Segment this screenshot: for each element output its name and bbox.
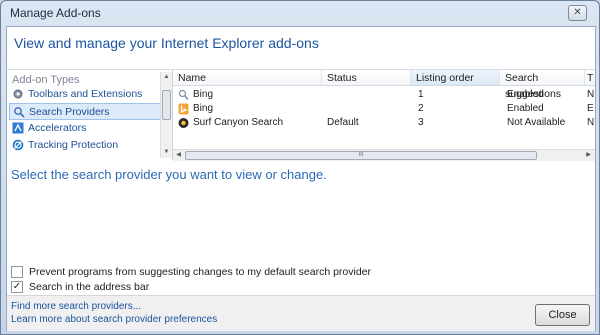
addon-types-scrollbar[interactable]: ▲ ▼ xyxy=(160,72,172,158)
addon-type-label: Accelerators xyxy=(28,122,87,134)
addon-type-label: Toolbars and Extensions xyxy=(28,88,143,100)
provider-name: Bing xyxy=(193,103,214,114)
addon-type-label: Search Providers xyxy=(29,106,110,118)
scroll-up-icon[interactable]: ▲ xyxy=(162,73,171,82)
prevent-programs-label: Prevent programs from suggesting changes… xyxy=(29,266,372,278)
header-text: View and manage your Internet Explorer a… xyxy=(14,35,319,51)
column-header-extra[interactable]: T xyxy=(585,70,595,86)
surf-canyon-icon xyxy=(178,118,189,128)
window-title: Manage Add-ons xyxy=(10,6,101,20)
addon-types-label: Add-on Types xyxy=(12,74,80,86)
provider-suggestions: Enabled xyxy=(507,89,544,100)
search-address-bar-label: Search in the address bar xyxy=(29,281,150,293)
scroll-down-icon[interactable]: ▼ xyxy=(162,148,171,157)
manage-addons-window: Manage Add-ons ✕ View and manage your In… xyxy=(0,0,600,335)
scroll-right-icon[interactable]: ▶ xyxy=(584,151,593,160)
table-row[interactable]: Bing 2 Enabled E xyxy=(173,102,595,116)
details-message: Select the search provider you want to v… xyxy=(11,167,327,182)
search-icon xyxy=(14,107,25,118)
learn-more-link[interactable]: Learn more about search provider prefere… xyxy=(11,314,217,325)
addon-type-accelerators[interactable]: Accelerators xyxy=(9,120,161,137)
title-bar: Manage Add-ons ✕ xyxy=(1,1,599,25)
client-area: View and manage your Internet Explorer a… xyxy=(6,26,596,331)
bing-icon xyxy=(178,103,189,115)
table-row[interactable]: Surf Canyon Search Default 3 Not Availab… xyxy=(173,116,595,130)
footer: Find more search providers... Learn more… xyxy=(7,295,595,331)
provider-name: Bing xyxy=(193,89,214,100)
provider-extra: N xyxy=(587,89,595,100)
scroll-left-icon[interactable]: ◀ xyxy=(174,151,183,160)
provider-status: Default xyxy=(327,117,359,128)
header: View and manage your Internet Explorer a… xyxy=(7,27,595,70)
column-header-search-suggestions[interactable]: Search suggestions xyxy=(500,70,585,100)
scrollbar-thumb[interactable] xyxy=(162,90,171,120)
provider-suggestions: Enabled xyxy=(507,103,544,114)
prevent-programs-checkbox[interactable] xyxy=(11,266,23,278)
provider-name: Surf Canyon Search xyxy=(193,117,284,128)
accelerator-icon xyxy=(12,122,24,134)
search-address-bar-checkbox[interactable]: ✓ xyxy=(11,281,23,293)
gear-icon xyxy=(13,89,23,99)
table-row[interactable]: Bing 1 Enabled N xyxy=(173,88,595,102)
find-more-providers-link[interactable]: Find more search providers... xyxy=(11,301,141,312)
close-button[interactable]: Close xyxy=(535,304,590,326)
bing-icon xyxy=(178,89,189,100)
provider-order: 3 xyxy=(418,117,424,128)
addon-type-label: Tracking Protection xyxy=(28,139,119,151)
list-horizontal-scrollbar[interactable]: ◀ III ▶ xyxy=(173,149,595,161)
provider-order: 1 xyxy=(418,89,424,100)
provider-suggestions: Not Available xyxy=(507,117,566,128)
addon-type-tracking-protection[interactable]: Tracking Protection xyxy=(9,137,161,154)
column-header-listing-order[interactable]: Listing order xyxy=(411,70,500,86)
provider-order: 2 xyxy=(418,103,424,114)
provider-extra: E xyxy=(587,103,594,114)
window-close-button[interactable]: ✕ xyxy=(568,5,587,21)
provider-extra: N xyxy=(587,117,595,128)
addon-type-search-providers[interactable]: Search Providers xyxy=(9,103,161,120)
tracking-protection-icon xyxy=(12,139,24,151)
addon-type-toolbars[interactable]: Toolbars and Extensions xyxy=(9,86,161,103)
search-providers-list: Name Status Listing order Search suggest… xyxy=(173,70,595,161)
addon-types-pane: Add-on Types Toolbars and Extensions Sea… xyxy=(7,70,173,160)
column-header-status[interactable]: Status xyxy=(322,70,411,86)
column-header-name[interactable]: Name xyxy=(173,70,322,86)
scrollbar-thumb[interactable]: III xyxy=(185,151,537,160)
